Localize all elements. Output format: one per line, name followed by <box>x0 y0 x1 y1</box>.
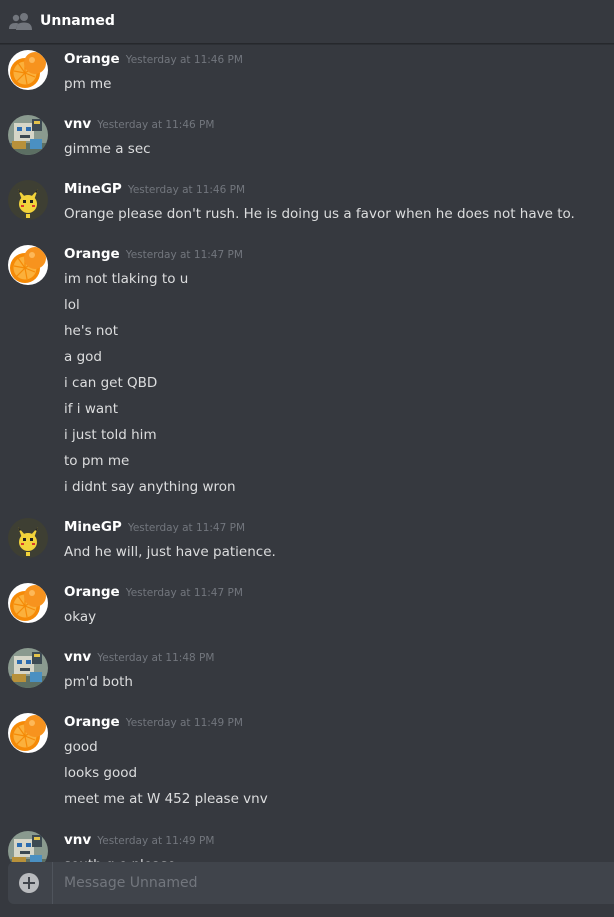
robot-avatar-icon[interactable] <box>8 115 48 155</box>
message-header: Orange Yesterday at 11:49 PM <box>64 713 243 732</box>
message-body: south g.e please <box>64 852 176 862</box>
message-body: im not tlaking to u lol he's not a god i can… <box>64 266 236 500</box>
channel-header: Unnamed <box>0 0 614 44</box>
author-name[interactable]: vnv <box>64 649 91 665</box>
author-name[interactable]: Orange <box>64 584 120 600</box>
message-text: And he will, just have patience. <box>64 544 276 560</box>
people-icon <box>9 11 33 31</box>
message-body: okay <box>64 604 96 630</box>
channel-title: Unnamed <box>40 13 115 29</box>
author-name[interactable]: Orange <box>64 246 120 262</box>
orange-slice-icon[interactable] <box>8 583 48 623</box>
message-text: i didnt say anything wron <box>64 479 236 495</box>
message-text: lol <box>64 297 80 313</box>
message-input[interactable] <box>64 862 604 904</box>
message-text: im not tlaking to u <box>64 271 189 287</box>
message-timestamp: Yesterday at 11:49 PM <box>97 835 215 847</box>
message-timestamp: Yesterday at 11:46 PM <box>125 54 243 66</box>
message-text: i can get QBD <box>64 375 158 391</box>
message-text: a god <box>64 349 102 365</box>
message-text: okay <box>64 609 97 625</box>
message-body: And he will, just have patience. <box>64 539 276 565</box>
message-text: looks good <box>64 765 138 781</box>
message-timestamp: Yesterday at 11:47 PM <box>127 522 245 534</box>
message-header: Orange Yesterday at 11:47 PM <box>64 583 243 602</box>
message-body: pm me <box>64 71 111 97</box>
composer-divider <box>52 862 53 904</box>
message-text: if i want <box>64 401 118 417</box>
message-list[interactable]: Orange Yesterday at 11:46 PM pm me vnv Yest… <box>0 44 614 862</box>
message-timestamp: Yesterday at 11:47 PM <box>125 249 243 261</box>
message-header: MineGP Yesterday at 11:46 PM <box>64 180 245 199</box>
orange-slice-icon[interactable] <box>8 245 48 285</box>
message-body: gimme a sec <box>64 136 151 162</box>
message-timestamp: Yesterday at 11:46 PM <box>127 184 245 196</box>
message-timestamp: Yesterday at 11:48 PM <box>97 652 215 664</box>
message-timestamp: Yesterday at 11:49 PM <box>125 717 243 729</box>
message-header: vnv Yesterday at 11:49 PM <box>64 831 214 850</box>
message-body: Orange please don't rush. He is doing us… <box>64 201 575 227</box>
message-text: pm'd both <box>64 674 133 690</box>
message-body: pm'd both <box>64 669 133 695</box>
author-name[interactable]: vnv <box>64 116 91 132</box>
message-text: good <box>64 739 98 755</box>
message-header: Orange Yesterday at 11:47 PM <box>64 245 243 264</box>
message-header: vnv Yesterday at 11:46 PM <box>64 115 214 134</box>
message-composer <box>8 862 614 904</box>
message-timestamp: Yesterday at 11:47 PM <box>125 587 243 599</box>
author-name[interactable]: MineGP <box>64 181 122 197</box>
robot-avatar-icon[interactable] <box>8 831 48 862</box>
pikachu-avatar-icon[interactable] <box>8 518 48 558</box>
robot-avatar-icon[interactable] <box>8 648 48 688</box>
message-text: to pm me <box>64 453 130 469</box>
orange-slice-icon[interactable] <box>8 50 48 90</box>
message-text: pm me <box>64 76 112 92</box>
message-text: i just told him <box>64 427 157 443</box>
author-name[interactable]: MineGP <box>64 519 122 535</box>
pikachu-avatar-icon[interactable] <box>8 180 48 220</box>
orange-slice-icon[interactable] <box>8 713 48 753</box>
author-name[interactable]: Orange <box>64 51 120 67</box>
author-name[interactable]: Orange <box>64 714 120 730</box>
message-header: Orange Yesterday at 11:46 PM <box>64 50 243 69</box>
message-text: south g.e please <box>64 852 176 862</box>
message-header: vnv Yesterday at 11:48 PM <box>64 648 214 667</box>
message-text: he's not <box>64 323 119 339</box>
message-text: Orange please don't rush. He is doing us… <box>64 206 575 222</box>
plus-circle-icon[interactable] <box>19 873 39 893</box>
message-body: good looks good meet me at W 452 please vn… <box>64 734 268 812</box>
chat-window: Unnamed Orange Yesterday at 11:46 PM pm me <box>0 0 614 917</box>
message-timestamp: Yesterday at 11:46 PM <box>97 119 215 131</box>
message-header: MineGP Yesterday at 11:47 PM <box>64 518 245 537</box>
message-text: meet me at W 452 please vnv <box>64 791 268 807</box>
author-name[interactable]: vnv <box>64 832 91 848</box>
message-text: gimme a sec <box>64 141 151 157</box>
